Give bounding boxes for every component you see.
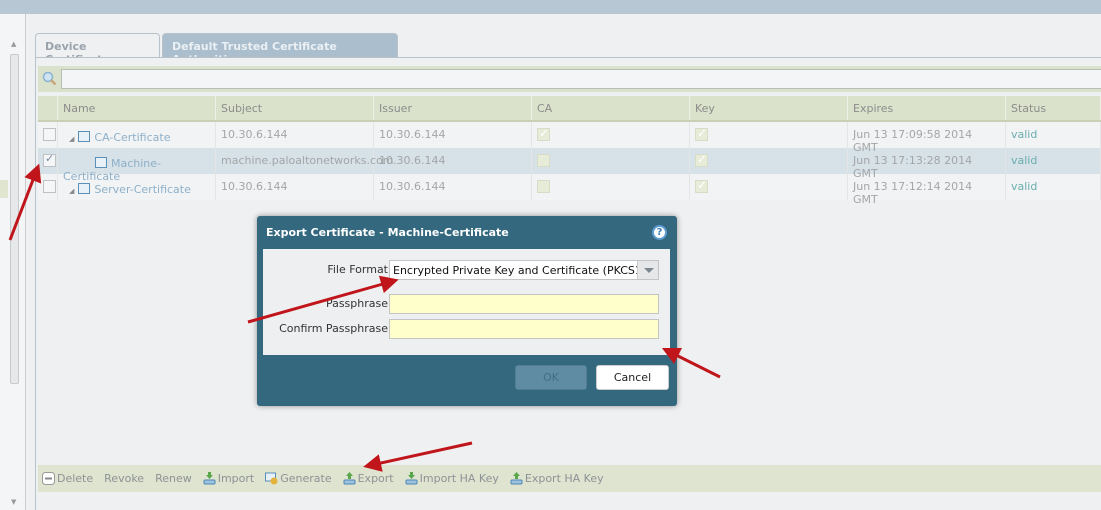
status-cell: valid xyxy=(1006,174,1101,200)
dialog-title: Export Certificate - Machine-Certificate xyxy=(266,226,509,239)
subject-cell: 10.30.6.144 xyxy=(216,122,374,148)
chevron-down-icon[interactable] xyxy=(637,261,658,279)
scroll-down-icon[interactable]: ▼ xyxy=(11,498,16,506)
key-check-icon xyxy=(695,126,708,141)
expand-triangle-icon[interactable]: ◢ xyxy=(69,135,74,143)
column-name[interactable]: Name xyxy=(58,96,216,120)
search-icon[interactable] xyxy=(42,71,57,86)
column-issuer[interactable]: Issuer xyxy=(374,96,532,120)
left-scrollbar[interactable]: ▲ ▼ xyxy=(9,40,21,510)
import-button[interactable]: Import xyxy=(203,472,254,485)
left-navigation-pane: ▲ ▼ xyxy=(0,14,26,510)
ok-button[interactable]: OK xyxy=(515,365,587,390)
ca-cell xyxy=(532,174,690,200)
import-icon xyxy=(203,472,216,485)
row-checkbox[interactable] xyxy=(43,128,56,141)
search-input[interactable] xyxy=(61,69,1101,89)
issuer-cell: 10.30.6.144 xyxy=(374,148,532,174)
column-ca[interactable]: CA xyxy=(532,96,690,120)
confirm-passphrase-field[interactable] xyxy=(389,319,659,339)
file-format-select[interactable]: Encrypted Private Key and Certificate (P… xyxy=(389,260,659,280)
file-format-value: Encrypted Private Key and Certificate (P… xyxy=(393,264,654,277)
expires-cell: Jun 13 17:09:58 2014 GMT xyxy=(848,122,1006,154)
ca-cell xyxy=(532,122,690,148)
export-icon xyxy=(343,472,356,485)
left-nav-selected-marker xyxy=(0,180,8,198)
expires-cell: Jun 13 17:13:28 2014 GMT xyxy=(848,148,1006,180)
table-row[interactable]: ◢ Server-Certificate 10.30.6.144 10.30.6.14… xyxy=(38,174,1101,206)
row-checkbox[interactable] xyxy=(43,180,56,193)
name-cell[interactable]: ◢ Server-Certificate xyxy=(58,174,216,200)
issuer-cell: 10.30.6.144 xyxy=(374,122,532,148)
dialog-body: File Format Encrypted Private Key and Ce… xyxy=(263,249,670,355)
revoke-button[interactable]: Revoke xyxy=(104,472,144,485)
ca-check-icon xyxy=(537,154,550,167)
certificate-icon xyxy=(95,157,107,168)
name-cell[interactable]: ◢ CA-Certificate xyxy=(58,122,216,148)
delete-button[interactable]: Delete xyxy=(42,472,93,485)
key-check-icon xyxy=(695,178,708,193)
ca-check-icon xyxy=(537,180,550,193)
column-subject[interactable]: Subject xyxy=(216,96,374,120)
help-icon[interactable]: ? xyxy=(652,225,667,240)
status-cell: valid xyxy=(1006,148,1101,174)
table-row[interactable]: ◢CA-Certificate10.30.6.14410.30.6.144Jun… xyxy=(38,122,1101,154)
subject-cell: 10.30.6.144 xyxy=(216,174,374,200)
export-icon xyxy=(510,472,523,485)
confirm-passphrase-label: Confirm Passphrase xyxy=(279,322,388,335)
column-key[interactable]: Key xyxy=(690,96,848,120)
renew-button[interactable]: Renew xyxy=(155,472,192,485)
generate-certificate-icon xyxy=(265,472,278,485)
delete-icon xyxy=(42,472,55,485)
expires-cell: Jun 13 17:12:14 2014 GMT xyxy=(848,174,1006,206)
expand-triangle-icon[interactable]: ◢ xyxy=(69,187,74,195)
column-expires[interactable]: Expires xyxy=(848,96,1006,120)
key-cell xyxy=(690,148,848,174)
passphrase-label: Passphrase xyxy=(325,297,388,310)
bottom-toolbar: Delete Revoke Renew Import Generate Expo… xyxy=(38,465,1101,492)
status-cell: valid xyxy=(1006,122,1101,148)
row-select-cell xyxy=(38,174,58,200)
export-ha-key-button[interactable]: Export HA Key xyxy=(510,472,604,485)
table-header: Name Subject Issuer CA Key Expires Statu… xyxy=(38,96,1101,122)
issuer-cell: 10.30.6.144 xyxy=(374,174,532,200)
certificates-table: Name Subject Issuer CA Key Expires Statu… xyxy=(38,96,1101,206)
import-icon xyxy=(405,472,418,485)
table-row[interactable]: Machine-Certificatemachine.paloaltonetwo… xyxy=(38,148,1101,183)
header-select xyxy=(38,96,58,120)
subject-cell: machine.paloaltonetworks.com xyxy=(216,148,394,174)
scroll-up-icon[interactable]: ▲ xyxy=(11,40,16,48)
passphrase-field[interactable] xyxy=(389,294,659,314)
generate-button[interactable]: Generate xyxy=(265,472,332,485)
row-checkbox[interactable] xyxy=(43,152,56,167)
key-cell xyxy=(690,122,848,148)
row-select-cell xyxy=(38,122,58,148)
certificate-icon xyxy=(78,183,91,194)
column-status[interactable]: Status xyxy=(1006,96,1101,120)
export-certificate-dialog: Export Certificate - Machine-Certificate… xyxy=(257,216,677,406)
import-ha-key-button[interactable]: Import HA Key xyxy=(405,472,499,485)
scrollbar-thumb[interactable] xyxy=(10,54,19,384)
row-select-cell xyxy=(38,148,58,174)
certificate-icon xyxy=(78,131,91,142)
tab-device-certificates[interactable]: Device Certificates xyxy=(35,33,160,66)
top-bar xyxy=(0,0,1101,14)
ca-cell xyxy=(532,148,690,174)
ca-check-icon xyxy=(537,126,550,141)
tab-default-trusted-cas[interactable]: Default Trusted Certificate Authorities xyxy=(162,33,398,66)
file-format-label: File Format xyxy=(327,263,388,276)
cancel-button[interactable]: Cancel xyxy=(596,365,669,390)
key-check-icon xyxy=(695,152,708,167)
export-button[interactable]: Export xyxy=(343,472,394,485)
search-bar xyxy=(38,66,1101,92)
name-cell[interactable]: Machine-Certificate xyxy=(58,148,216,183)
key-cell xyxy=(690,174,848,200)
